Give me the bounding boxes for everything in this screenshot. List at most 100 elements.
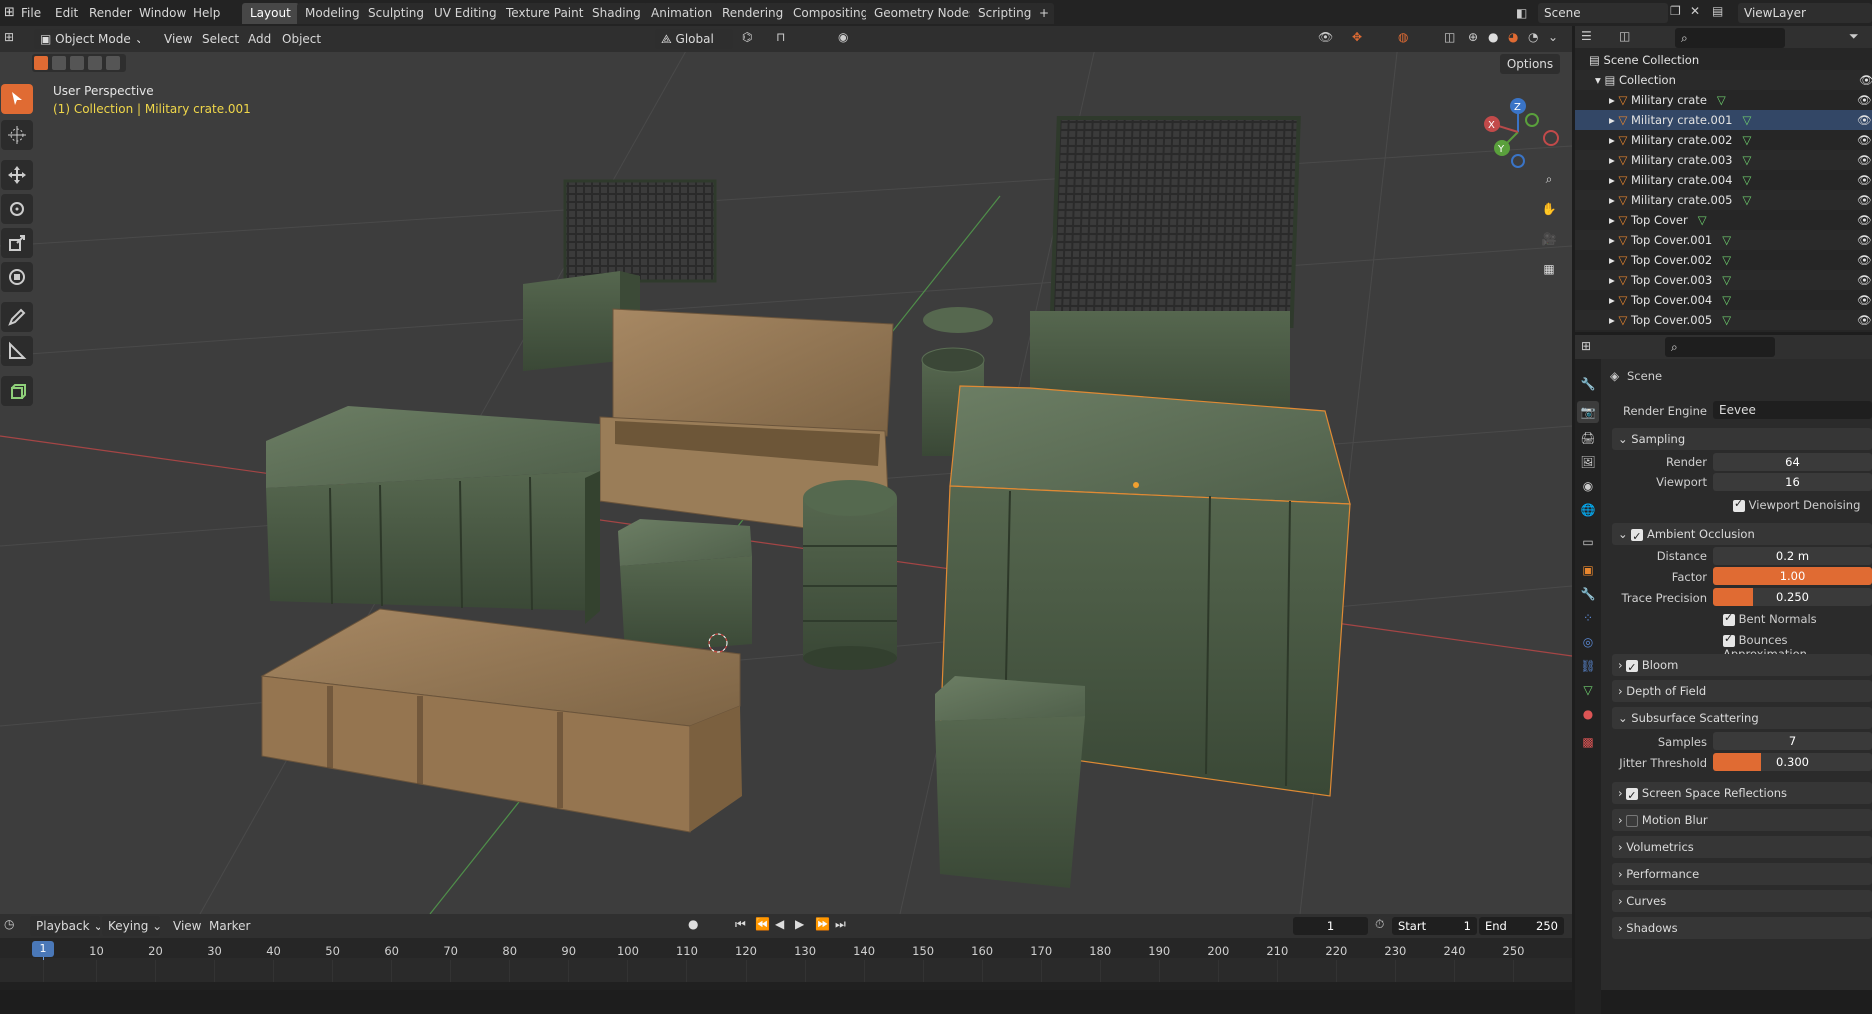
disclosure-icon[interactable]: ▸	[1609, 253, 1615, 267]
bent-normals-toggle[interactable]: Bent Normals	[1723, 611, 1817, 626]
timeline-marker-menu[interactable]: Marker	[203, 916, 256, 936]
mesh-data-icon[interactable]: ▽	[1743, 153, 1752, 167]
3d-viewport[interactable]: ⊞ ▣ Object Mode ⌄ View Select Add Object…	[0, 26, 1572, 914]
tab-modeling[interactable]: Modeling	[297, 3, 368, 24]
tab-uv-editing[interactable]: UV Editing	[426, 3, 505, 24]
wireframe-shading-icon[interactable]: ⊕	[1468, 30, 1478, 44]
tab-shading[interactable]: Shading	[584, 3, 649, 24]
scale-tool[interactable]	[1, 228, 33, 258]
disclosure-icon[interactable]: ▸	[1609, 173, 1615, 187]
performance-panel-header[interactable]: › Performance	[1612, 863, 1872, 885]
disclosure-icon[interactable]: ▸	[1609, 193, 1615, 207]
menu-render[interactable]: Render	[82, 3, 139, 23]
timer-icon[interactable]: ⏱	[1375, 917, 1384, 932]
disclosure-icon[interactable]: ▸	[1609, 293, 1615, 307]
shading-options-icon[interactable]: ⌄	[1548, 30, 1558, 44]
disclosure-icon[interactable]: ▸	[1609, 93, 1615, 107]
ao-distance-field[interactable]: 0.2 m	[1713, 547, 1872, 565]
ssr-enable-checkbox[interactable]	[1626, 785, 1639, 807]
collection-row[interactable]: ▾ ▤ Collection 👁	[1575, 70, 1872, 90]
volumetrics-panel-header[interactable]: › Volumetrics	[1612, 836, 1872, 858]
military-crate-small-cooler[interactable]	[618, 519, 752, 654]
eye-icon[interactable]: 👁	[1857, 210, 1872, 230]
editor-type-icon[interactable]: ⊞	[1581, 339, 1591, 353]
select-extend-icon[interactable]	[52, 56, 66, 70]
bounces-approx-checkbox[interactable]	[1723, 632, 1735, 647]
play-reverse-icon[interactable]: ◀	[775, 917, 784, 931]
mesh-data-icon[interactable]: ▽	[1717, 93, 1726, 107]
outliner-item[interactable]: ▸ ▽ Military crate.005 ▽ 👁	[1575, 190, 1872, 210]
select-intersect-icon[interactable]	[106, 56, 120, 70]
eye-icon[interactable]: 👁	[1857, 170, 1872, 190]
filter-view-icon[interactable]: ◫	[1619, 29, 1630, 43]
output-tab-icon[interactable]: 🖨	[1577, 427, 1599, 449]
timeline-view-menu[interactable]: View	[167, 916, 207, 936]
tab-compositing[interactable]: Compositing	[785, 3, 877, 24]
menu-help[interactable]: Help	[186, 3, 227, 23]
viewport-denoising-checkbox[interactable]	[1733, 497, 1745, 512]
menu-add[interactable]: Add	[242, 29, 277, 49]
add-cube-tool[interactable]	[1, 376, 33, 406]
viewport-denoising-toggle[interactable]: Viewport Denoising	[1733, 497, 1860, 512]
ao-trace-precision-slider[interactable]: 0.250	[1713, 588, 1872, 606]
mesh-data-icon[interactable]: ▽	[1698, 213, 1707, 227]
delete-scene-icon[interactable]: ✕	[1690, 4, 1700, 18]
gizmo-neg-z-icon[interactable]	[1511, 154, 1525, 168]
modifier-tab-icon[interactable]: 🔧	[1577, 583, 1599, 605]
annotate-tool[interactable]	[1, 302, 33, 332]
ao-enable-checkbox[interactable]	[1631, 526, 1644, 548]
editor-type-icon[interactable]: ⊞	[4, 30, 14, 44]
mesh-data-icon[interactable]: ▽	[1722, 273, 1731, 287]
eye-icon[interactable]: 👁	[1857, 90, 1872, 110]
outliner-item[interactable]: ▸ ▽ Top Cover.005 ▽ 👁	[1575, 310, 1872, 330]
tab-layout[interactable]: Layout	[242, 3, 299, 24]
filter-icon[interactable]: ⏷	[1849, 29, 1859, 44]
outliner-item[interactable]: ▸ ▽ Military crate.003 ▽ 👁	[1575, 150, 1872, 170]
mesh-data-icon[interactable]: ▽	[1743, 133, 1752, 147]
outliner-item[interactable]: ▸ ▽ Top Cover.002 ▽ 👁	[1575, 250, 1872, 270]
mesh-data-icon[interactable]: ▽	[1743, 193, 1752, 207]
eye-icon[interactable]: 👁	[1857, 250, 1872, 270]
mesh-data-icon[interactable]: ▽	[1722, 293, 1731, 307]
data-tab-icon[interactable]: ▽	[1577, 679, 1599, 701]
menu-object[interactable]: Object	[276, 29, 327, 49]
move-tool[interactable]	[1, 160, 33, 190]
gizmo-neg-x-icon[interactable]	[1543, 130, 1559, 146]
eye-icon[interactable]: 👁	[1857, 290, 1872, 310]
texture-tab-icon[interactable]: ▩	[1577, 731, 1599, 753]
properties-search-input[interactable]: ⌕	[1665, 337, 1775, 357]
ortho-grid-icon[interactable]: ▦	[1536, 256, 1562, 282]
disclosure-icon[interactable]: ▸	[1609, 273, 1615, 287]
transform-orientation-selector[interactable]: ⟁ Global	[655, 29, 733, 49]
menu-view[interactable]: View	[158, 29, 198, 49]
outliner-search-input[interactable]: ⌕	[1675, 28, 1785, 48]
bent-normals-checkbox[interactable]	[1723, 611, 1735, 626]
mode-selector[interactable]: ▣ Object Mode ⌄	[34, 29, 140, 49]
barrel-closed[interactable]	[803, 480, 897, 670]
proportional-editing-icon[interactable]: ◉	[838, 30, 848, 44]
eye-icon[interactable]: 👁	[1857, 150, 1872, 170]
eye-icon[interactable]: 👁	[1857, 110, 1872, 130]
tab-geometry-nodes[interactable]: Geometry Nodes	[866, 3, 984, 24]
object-tab-icon[interactable]: ▣	[1577, 559, 1599, 581]
pan-hand-icon[interactable]: ✋	[1536, 196, 1562, 222]
visibility-icon[interactable]: 👁	[1318, 30, 1333, 44]
select-invert-icon[interactable]	[88, 56, 102, 70]
menu-select[interactable]: Select	[196, 29, 245, 49]
playback-menu[interactable]: Playback ⌄	[30, 916, 100, 936]
tab-animation[interactable]: Animation	[643, 3, 721, 24]
view-layer-icon[interactable]: ▤	[1712, 4, 1723, 18]
xray-icon[interactable]: ◫	[1444, 30, 1455, 44]
viewport-samples-field[interactable]: 16	[1713, 473, 1872, 491]
disclosure-icon[interactable]: ▸	[1609, 233, 1615, 247]
shadows-panel-header[interactable]: › Shadows	[1612, 917, 1872, 939]
measure-tool[interactable]	[1, 336, 33, 366]
material-tab-icon[interactable]: ●	[1577, 703, 1599, 725]
outliner-item[interactable]: ▸ ▽ Top Cover.003 ▽ 👁	[1575, 270, 1872, 290]
eye-icon[interactable]: 👁	[1857, 190, 1872, 210]
motion-blur-enable-checkbox[interactable]	[1626, 814, 1639, 827]
render-samples-field[interactable]: 64	[1713, 453, 1872, 471]
outliner-item[interactable]: ▸ ▽ Military crate.004 ▽ 👁	[1575, 170, 1872, 190]
current-frame-field[interactable]: 1	[1293, 917, 1368, 935]
subsurface-panel-header[interactable]: ⌄ Subsurface Scattering	[1612, 707, 1872, 729]
